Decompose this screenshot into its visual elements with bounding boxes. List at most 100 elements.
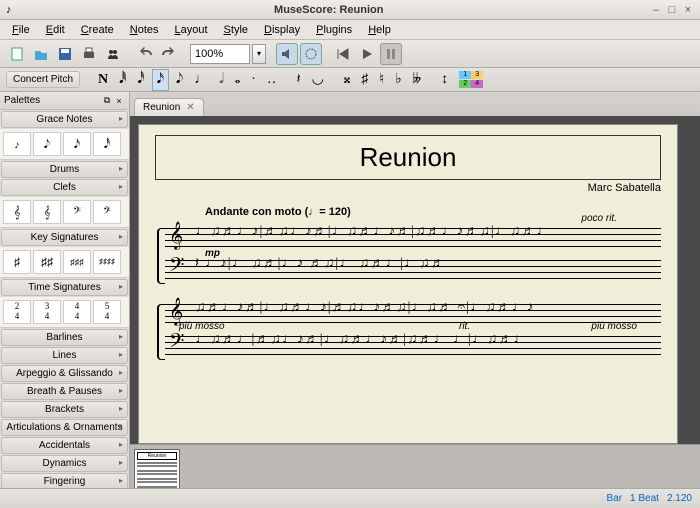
- score-viewport[interactable]: Reunion Marc Sabatella Andante con moto …: [130, 116, 700, 444]
- palette-lines[interactable]: Lines: [1, 347, 128, 364]
- tab-close-icon[interactable]: ✕: [186, 102, 194, 113]
- note-double-dot[interactable]: ‥: [263, 69, 280, 90]
- note-8th[interactable]: 𝅘𝅥𝅮: [172, 70, 187, 90]
- palettes-body[interactable]: Grace Notes 𝆔 𝅘𝅥𝅮 𝅘𝅥𝅯 𝅘𝅥𝅰 Drums Clefs 𝄞 …: [0, 110, 129, 508]
- zoom-input[interactable]: [190, 44, 250, 64]
- clef-item[interactable]: 𝄢: [63, 200, 91, 224]
- palette-arpeggio[interactable]: Arpeggio & Glissando: [1, 365, 128, 382]
- music-notes: ♩♫♬♩|♬♫♩♪♬|♩♫♬♩♪♬|♫♬♩ ♩|♩♫♬♩: [195, 332, 657, 360]
- palettes-undock-icon[interactable]: ⧉: [101, 95, 113, 106]
- timesig-item[interactable]: 34: [33, 300, 61, 324]
- menu-display[interactable]: Display: [256, 22, 308, 38]
- metronome-button[interactable]: [300, 43, 322, 65]
- note-half[interactable]: 𝅗𝅥: [215, 70, 227, 90]
- score-tab[interactable]: Reunion ✕: [134, 98, 204, 116]
- menu-help[interactable]: Help: [360, 22, 399, 38]
- grand-staff-2[interactable]: 𝄞 𝄢 ♫♬♩♪♬|♩♫♬♩♪|♬♫♩♪♬♫|♩♫♬ 𝄐|♩♫♬♩♪ ♩♫♬♩|…: [155, 296, 661, 364]
- note-quarter[interactable]: ♩: [190, 70, 212, 90]
- menu-create[interactable]: Create: [73, 22, 122, 38]
- composer-text: Marc Sabatella: [155, 182, 661, 194]
- note-dot[interactable]: ·: [247, 70, 260, 90]
- grace-item[interactable]: 𝅘𝅥𝅯: [63, 132, 91, 156]
- main-area: Palettes ⧉ × Grace Notes 𝆔 𝅘𝅥𝅮 𝅘𝅥𝅯 𝅘𝅥𝅰 D…: [0, 92, 700, 508]
- play-button[interactable]: [356, 43, 378, 65]
- minimize-button[interactable]: –: [650, 4, 662, 16]
- new-button[interactable]: [6, 43, 28, 65]
- note-input-button[interactable]: N: [94, 70, 112, 90]
- treble-clef-icon: 𝄞: [169, 222, 183, 250]
- palette-drums[interactable]: Drums: [1, 161, 128, 178]
- timesig-item[interactable]: 44: [63, 300, 91, 324]
- note-whole[interactable]: 𝅝: [231, 70, 245, 90]
- grace-item[interactable]: 𝅘𝅥𝅰: [93, 132, 121, 156]
- palette-breath[interactable]: Breath & Pauses: [1, 383, 128, 400]
- palettes-close-icon[interactable]: ×: [113, 96, 125, 106]
- palette-key-sig[interactable]: Key Signatures: [1, 229, 128, 246]
- rewind-button[interactable]: [332, 43, 354, 65]
- flat[interactable]: ♭: [391, 69, 406, 90]
- palette-articulations[interactable]: Articulations & Ornaments: [1, 419, 128, 436]
- voice-1[interactable]: 1: [459, 71, 471, 79]
- score-page[interactable]: Reunion Marc Sabatella Andante con moto …: [138, 124, 678, 444]
- keysig-item[interactable]: ♯♯♯♯: [93, 250, 121, 274]
- double-sharp[interactable]: 𝄪: [340, 70, 354, 90]
- voice-4[interactable]: 4: [471, 80, 483, 88]
- concert-pitch-button[interactable]: Concert Pitch: [6, 71, 80, 88]
- sharp[interactable]: ♯: [357, 70, 372, 90]
- status-beat-label: 1 Beat: [630, 493, 659, 504]
- menu-style[interactable]: Style: [216, 22, 256, 38]
- status-bar-label: Bar: [606, 493, 622, 504]
- clef-item[interactable]: 𝄢: [93, 200, 121, 224]
- menu-layout[interactable]: Layout: [167, 22, 216, 38]
- timesig-item[interactable]: 54: [93, 300, 121, 324]
- grace-item[interactable]: 𝅘𝅥𝅮: [33, 132, 61, 156]
- print-button[interactable]: [78, 43, 100, 65]
- palette-accidentals[interactable]: Accidentals: [1, 437, 128, 454]
- natural[interactable]: ♮: [375, 69, 388, 90]
- title-frame[interactable]: Reunion: [155, 135, 661, 180]
- menu-plugins[interactable]: Plugins: [308, 22, 360, 38]
- voice-3[interactable]: 3: [471, 71, 483, 79]
- double-flat[interactable]: 𝄫: [409, 70, 425, 90]
- community-button[interactable]: [102, 43, 124, 65]
- tie-button[interactable]: ◡: [308, 69, 328, 90]
- clef-item[interactable]: 𝄞: [3, 200, 31, 224]
- grand-staff-1[interactable]: 𝄞 𝄢 ♩♫♬♩♪|♬♫♩♪♬|♩♫♬♩♪♬|♫♬♩♪♬♫|♩♫♬♩ 𝄽 ♩♪|…: [155, 220, 661, 288]
- palette-grace-notes[interactable]: Grace Notes: [1, 111, 128, 128]
- palette-brackets[interactable]: Brackets: [1, 401, 128, 418]
- note-16th[interactable]: 𝅘𝅥𝅯: [152, 69, 169, 91]
- zoom-dropdown[interactable]: ▾: [252, 44, 266, 64]
- menu-edit[interactable]: Edit: [38, 22, 73, 38]
- note-32nd[interactable]: 𝅘𝅥𝅰: [133, 70, 148, 90]
- timesig-item[interactable]: 24: [3, 300, 31, 324]
- palette-dynamics[interactable]: Dynamics: [1, 455, 128, 472]
- palette-time-sig[interactable]: Time Signatures: [1, 279, 128, 296]
- close-button[interactable]: ×: [682, 4, 694, 16]
- note-64th[interactable]: 𝅘𝅥𝅱: [115, 70, 130, 90]
- menu-notes[interactable]: Notes: [122, 22, 167, 38]
- status-position: 2.120: [667, 493, 692, 504]
- rest-button[interactable]: 𝄽: [292, 70, 304, 90]
- keysig-item[interactable]: ♯: [3, 250, 31, 274]
- canvas-column: Reunion ✕ Reunion Marc Sabatella Andante…: [130, 92, 700, 508]
- pause-button[interactable]: [380, 43, 402, 65]
- redo-button[interactable]: [158, 43, 180, 65]
- voice-2[interactable]: 2: [459, 80, 471, 88]
- clef-item[interactable]: 𝄞: [33, 200, 61, 224]
- note-toolbar: Concert Pitch N 𝅘𝅥𝅱 𝅘𝅥𝅰 𝅘𝅥𝅯 𝅘𝅥𝅮 ♩ 𝅗𝅥 𝅝 ·…: [0, 68, 700, 92]
- keysig-item[interactable]: ♯♯: [33, 250, 61, 274]
- menu-file[interactable]: File: [4, 22, 38, 38]
- palette-clefs[interactable]: Clefs: [1, 179, 128, 196]
- sound-button[interactable]: [276, 43, 298, 65]
- score-title: Reunion: [162, 142, 654, 173]
- flip-button[interactable]: ↕: [437, 70, 452, 90]
- tab-bar: Reunion ✕: [130, 92, 700, 116]
- palette-barlines[interactable]: Barlines: [1, 329, 128, 346]
- maximize-button[interactable]: □: [666, 4, 678, 16]
- grace-item[interactable]: 𝆔: [3, 132, 31, 156]
- save-button[interactable]: [54, 43, 76, 65]
- keysig-items: ♯ ♯♯ ♯♯♯ ♯♯♯♯: [0, 247, 129, 278]
- keysig-item[interactable]: ♯♯♯: [63, 250, 91, 274]
- open-button[interactable]: [30, 43, 52, 65]
- undo-button[interactable]: [134, 43, 156, 65]
